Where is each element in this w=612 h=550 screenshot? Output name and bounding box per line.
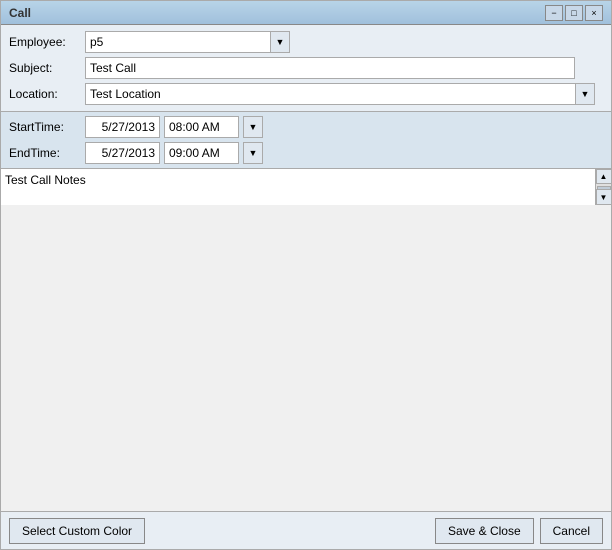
end-date-input[interactable]	[85, 142, 160, 164]
employee-select-wrapper: ▼	[85, 31, 290, 53]
scroll-up-arrow[interactable]: ▲	[596, 169, 612, 184]
end-time-label: EndTime:	[9, 146, 81, 160]
bottom-right: Save & Close Cancel	[435, 518, 603, 544]
maximize-button[interactable]: □	[565, 5, 583, 21]
end-time-row: EndTime: ▼	[9, 142, 603, 164]
bottom-left: Select Custom Color	[9, 518, 145, 544]
location-input[interactable]	[85, 83, 575, 105]
select-custom-color-button[interactable]: Select Custom Color	[9, 518, 145, 544]
call-window: Call − □ × Employee: ▼ Subject: Location…	[0, 0, 612, 550]
scrollbar-right[interactable]: ▲ ▼	[595, 169, 611, 205]
save-close-button[interactable]: Save & Close	[435, 518, 534, 544]
scroll-down-arrow[interactable]: ▼	[596, 189, 612, 205]
cancel-button[interactable]: Cancel	[540, 518, 603, 544]
employee-row: Employee: ▼	[9, 31, 603, 53]
employee-label: Employee:	[9, 35, 81, 49]
employee-input[interactable]	[85, 31, 270, 53]
subject-label: Subject:	[9, 61, 81, 75]
start-date-input[interactable]	[85, 116, 160, 138]
window-controls: − □ ×	[545, 5, 603, 21]
notes-textarea[interactable]: Test Call Notes	[1, 169, 611, 205]
start-time-row: StartTime: ▼	[9, 116, 603, 138]
subject-input[interactable]	[85, 57, 575, 79]
location-row: Location: ▼	[9, 83, 603, 105]
start-time-input[interactable]	[164, 116, 239, 138]
subject-row: Subject:	[9, 57, 603, 79]
time-area: StartTime: ▼ EndTime: ▼	[1, 112, 611, 169]
form-area: Employee: ▼ Subject: Location: ▼	[1, 25, 611, 112]
notes-area: Test Call Notes ▲ ▼	[1, 169, 611, 205]
location-wrapper: ▼	[85, 83, 603, 105]
end-time-input[interactable]	[164, 142, 239, 164]
bottom-bar: Select Custom Color Save & Close Cancel	[1, 511, 611, 549]
minimize-button[interactable]: −	[545, 5, 563, 21]
close-button[interactable]: ×	[585, 5, 603, 21]
location-dropdown-button[interactable]: ▼	[575, 83, 595, 105]
window-title: Call	[9, 6, 31, 20]
end-time-dropdown-button[interactable]: ▼	[243, 142, 263, 164]
employee-dropdown-button[interactable]: ▼	[270, 31, 290, 53]
start-time-label: StartTime:	[9, 120, 81, 134]
start-time-dropdown-button[interactable]: ▼	[243, 116, 263, 138]
title-bar: Call − □ ×	[1, 1, 611, 25]
location-label: Location:	[9, 87, 81, 101]
notes-wrapper: Test Call Notes ▲ ▼	[1, 169, 611, 511]
